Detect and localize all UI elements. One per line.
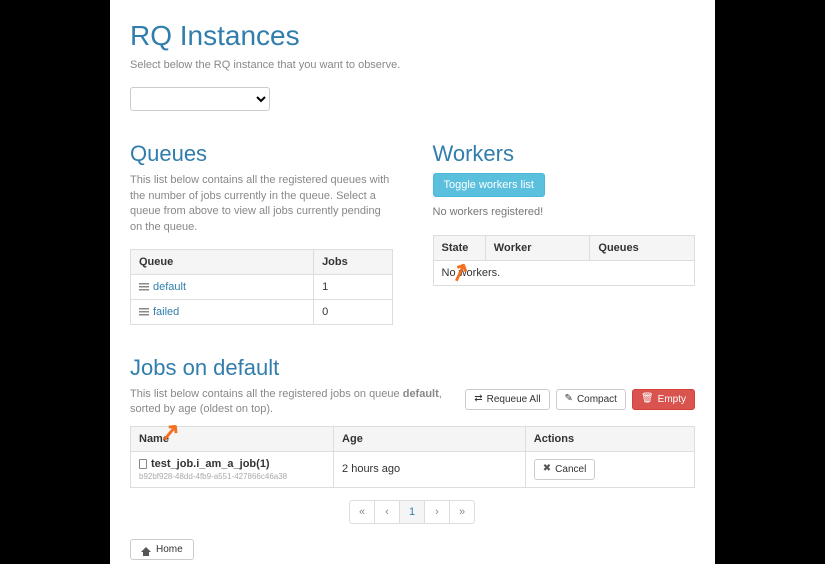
jobs-col-name: Name: [131, 426, 334, 451]
job-name: test_job.i_am_a_job(1): [151, 458, 270, 470]
requeue-all-button[interactable]: ⇄Requeue All: [465, 389, 549, 410]
queue-link-default[interactable]: default: [153, 281, 186, 293]
queues-table: Queue Jobs default 1 failed 0: [130, 249, 393, 325]
instance-select[interactable]: [130, 87, 270, 111]
queues-col-jobs: Jobs: [314, 249, 392, 274]
workers-heading: Workers: [433, 141, 696, 167]
workers-col-worker: Worker: [485, 235, 590, 260]
remove-icon: ✖: [543, 464, 551, 474]
jobs-heading: Jobs on default: [130, 355, 695, 381]
file-icon: [139, 459, 147, 469]
queue-row: failed 0: [131, 299, 393, 324]
workers-col-queues: Queues: [590, 235, 695, 260]
pagination-prev[interactable]: ‹: [374, 500, 400, 524]
queue-jobcount: 0: [314, 299, 392, 324]
queues-heading: Queues: [130, 141, 393, 167]
queue-row: default 1: [131, 274, 393, 299]
empty-button[interactable]: 🗑Empty: [632, 389, 695, 410]
page-subtitle: Select below the RQ instance that you wa…: [130, 58, 695, 73]
trash-icon: 🗑: [641, 394, 654, 404]
queues-subtitle: This list below contains all the registe…: [130, 173, 393, 235]
home-button[interactable]: Home: [130, 539, 194, 560]
workers-empty-row: No workers.: [433, 260, 695, 285]
resize-small-icon: ✎: [565, 394, 573, 404]
jobs-table: Name Age Actions test_job.i_am_a_job(1) …: [130, 426, 695, 488]
toggle-workers-button[interactable]: Toggle workers list: [433, 173, 545, 197]
pagination-next[interactable]: ›: [424, 500, 450, 524]
pagination-last[interactable]: »: [449, 500, 475, 524]
jobs-subtitle: This list below contains all the registe…: [130, 387, 465, 418]
job-id: b92bf928-48dd-4fb9-a551-427866c46a38: [139, 472, 325, 481]
workers-col-state: State: [433, 235, 485, 260]
queues-col-queue: Queue: [131, 249, 314, 274]
jobs-col-age: Age: [334, 426, 526, 451]
job-row: test_job.i_am_a_job(1) b92bf928-48dd-4fb…: [131, 451, 695, 487]
page-title: RQ Instances: [130, 20, 695, 52]
list-icon: [139, 283, 149, 291]
cancel-job-button[interactable]: ✖Cancel: [534, 459, 596, 480]
pagination-page-1[interactable]: 1: [399, 500, 425, 524]
no-workers-registered: No workers registered!: [433, 205, 696, 220]
pagination-first[interactable]: «: [349, 500, 375, 524]
queue-jobcount: 1: [314, 274, 392, 299]
retweet-icon: ⇄: [474, 394, 482, 404]
compact-button[interactable]: ✎Compact: [556, 389, 626, 410]
queue-link-failed[interactable]: failed: [153, 306, 179, 318]
workers-table: State Worker Queues No workers.: [433, 235, 696, 286]
jobs-pagination: « ‹ 1 › »: [130, 500, 695, 524]
list-icon: [139, 308, 149, 316]
jobs-col-actions: Actions: [525, 426, 694, 451]
job-age: 2 hours ago: [334, 451, 526, 487]
